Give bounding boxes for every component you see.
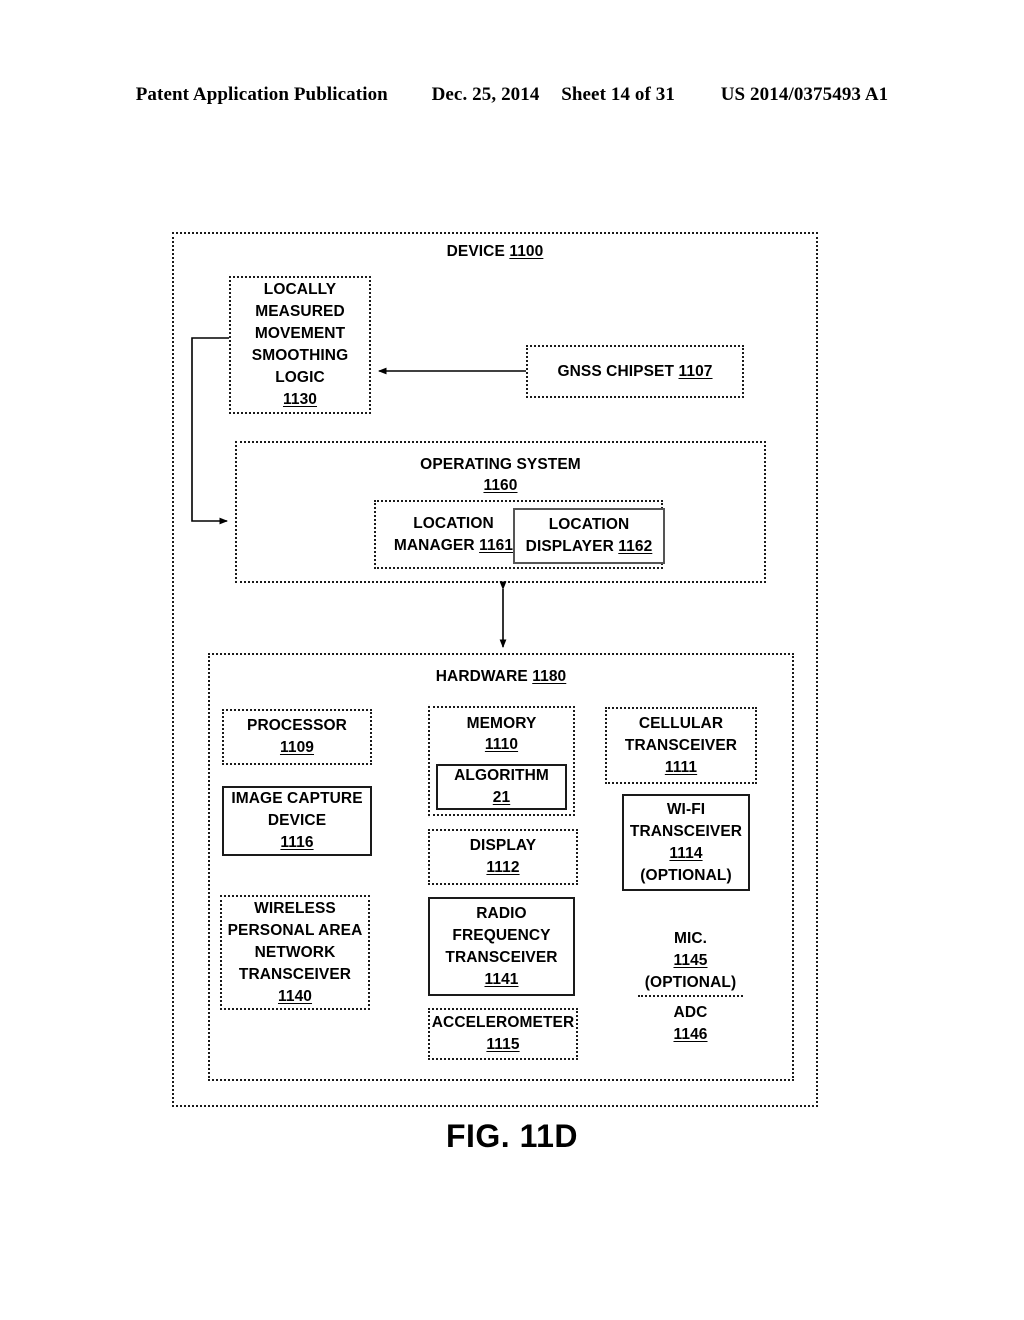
wifi-transceiver-line-1: WI-FI (666, 800, 706, 818)
location-displayer-ref: 1162 (618, 538, 653, 555)
location-manager-ref: 1161 (479, 536, 514, 554)
rf-transceiver-box: RADIO FREQUENCY TRANSCEIVER 1141 (428, 897, 575, 996)
location-manager-line-1: LOCATION (413, 514, 494, 532)
wpan-transceiver-line-3: NETWORK (254, 943, 336, 961)
cellular-transceiver-box: CELLULAR TRANSCEIVER 1111 (605, 707, 757, 784)
location-displayer-line-2: DISPLAYER 1162 (526, 536, 653, 558)
processor-ref: 1109 (279, 739, 315, 756)
gnss-chipset-label: GNSS CHIPSET (557, 362, 675, 380)
location-manager-line-2: MANAGER 1161 (394, 535, 513, 557)
smoothing-logic-line-4: SMOOTHING (251, 347, 349, 364)
image-capture-device-ref: 1116 (280, 834, 314, 851)
image-capture-device-box: IMAGE CAPTURE DEVICE 1116 (222, 786, 372, 856)
processor-box: PROCESSOR 1109 (222, 709, 372, 765)
algorithm-ref: 21 (492, 789, 511, 806)
location-manager-label: MANAGER (393, 536, 475, 554)
device-title-ref: 1100 (509, 243, 544, 260)
adc-ref: 1146 (673, 1025, 708, 1043)
rf-transceiver-line-2: FREQUENCY (452, 926, 551, 944)
wpan-transceiver-line-1: WIRELESS (254, 899, 336, 917)
image-capture-device-line-2: DEVICE (267, 812, 327, 829)
operating-system-title-ref: 1160 (483, 476, 518, 494)
gnss-chipset-box: GNSS CHIPSET 1107 (526, 345, 744, 398)
adc-label: ADC (673, 1003, 708, 1021)
operating-system-title-text: OPERATING SYSTEM (420, 456, 581, 473)
gnss-chipset-line: GNSS CHIPSET 1107 (557, 361, 712, 383)
accelerometer-box: ACCELEROMETER 1115 (428, 1008, 578, 1060)
rf-transceiver-line-3: TRANSCEIVER (445, 948, 558, 966)
hardware-title: HARDWARE 1180 (436, 667, 567, 688)
display-ref: 1112 (486, 859, 520, 876)
hardware-title-ref: 1180 (532, 668, 567, 685)
mic-ref: 1145 (673, 951, 708, 969)
display-label: DISPLAY (469, 837, 537, 854)
memory-ref: 1110 (484, 735, 519, 753)
mic-box: MIC. 1145 (OPTIONAL) (638, 926, 743, 995)
wifi-transceiver-note: (OPTIONAL) (640, 866, 732, 884)
rf-transceiver-ref: 1141 (484, 970, 519, 988)
cellular-transceiver-ref: 1111 (664, 758, 698, 776)
location-displayer-box: LOCATION DISPLAYER 1162 (513, 508, 665, 564)
smoothing-logic-line-2: MEASURED (255, 303, 345, 320)
wifi-transceiver-ref: 1114 (669, 844, 703, 862)
memory-label: MEMORY (466, 715, 537, 732)
wpan-transceiver-line-4: TRANSCEIVER (238, 965, 352, 983)
cellular-transceiver-line-2: TRANSCEIVER (624, 736, 738, 754)
rf-transceiver-line-1: RADIO (476, 904, 527, 922)
display-box: DISPLAY 1112 (428, 829, 578, 885)
location-displayer-label: DISPLAYER (525, 538, 614, 555)
algorithm-label: ALGORITHM (454, 767, 549, 784)
smoothing-logic-line-3: MOVEMENT (254, 325, 346, 342)
mic-label: MIC. (673, 929, 708, 947)
algorithm-box: ALGORITHM 21 (436, 764, 567, 810)
smoothing-logic-line-1: LOCALLY (263, 281, 337, 298)
operating-system-title: OPERATING SYSTEM 1160 (420, 455, 581, 497)
adc-box: ADC 1146 (638, 995, 743, 1050)
wpan-transceiver-line-2: PERSONAL AREA (227, 921, 363, 939)
accelerometer-ref: 1115 (486, 1036, 520, 1053)
wifi-transceiver-line-2: TRANSCEIVER (629, 822, 743, 840)
hardware-title-text: HARDWARE (435, 668, 528, 685)
accelerometer-label: ACCELEROMETER (431, 1014, 575, 1031)
wpan-transceiver-ref: 1140 (277, 987, 313, 1005)
location-displayer-line-1: LOCATION (548, 516, 630, 533)
wpan-transceiver-box: WIRELESS PERSONAL AREA NETWORK TRANSCEIV… (220, 895, 370, 1010)
hardware-title-line: HARDWARE 1180 (436, 667, 567, 688)
smoothing-logic-ref: 1130 (282, 391, 318, 408)
figure-caption: FIG. 11D (445, 1118, 579, 1154)
device-title-text-mirror: DEVICE (446, 243, 505, 260)
device-title-ref-wrap: DEVICE 1100 (172, 240, 818, 264)
cellular-transceiver-line-1: CELLULAR (638, 714, 724, 732)
device-title-line: DEVICE 1100 (447, 241, 544, 263)
smoothing-logic-line-5: LOGIC (275, 369, 325, 386)
image-capture-device-line-1: IMAGE CAPTURE (231, 790, 363, 807)
mic-note: (OPTIONAL) (644, 973, 737, 991)
wifi-transceiver-box: WI-FI TRANSCEIVER 1114 (OPTIONAL) (622, 794, 750, 891)
processor-label: PROCESSOR (247, 717, 347, 734)
gnss-chipset-ref: 1107 (678, 362, 713, 380)
smoothing-logic-box: LOCALLY MEASURED MOVEMENT SMOOTHING LOGI… (229, 276, 371, 414)
memory-title: MEMORY 1110 (467, 714, 537, 756)
